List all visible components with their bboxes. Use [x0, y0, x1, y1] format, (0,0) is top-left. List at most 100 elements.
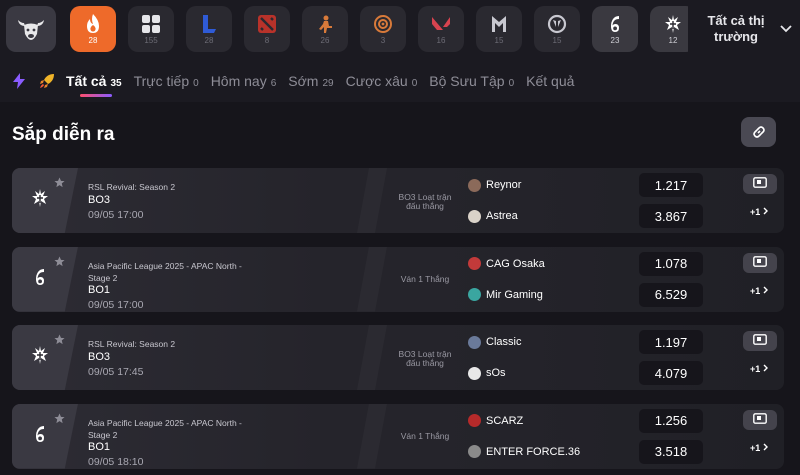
game-category-strip: 2815528826316151523129 [70, 6, 688, 52]
more-markets-button[interactable]: +1 [750, 285, 769, 296]
odds-button[interactable]: 1.078 [639, 251, 703, 276]
more-markets-button[interactable]: +1 [750, 443, 769, 453]
stats-button[interactable] [743, 331, 777, 351]
match-card[interactable]: RSL Revival: Season 2 BO3 09/05 17:00 BO3 L… [12, 168, 784, 233]
game-tab-aov[interactable]: 3 [360, 6, 406, 52]
tab-label: Sớm [288, 73, 319, 89]
card-stripe [357, 168, 387, 233]
tab-5[interactable]: Bộ Sưu Tập 0 [429, 73, 514, 89]
favorite-star-icon[interactable] [54, 175, 65, 193]
team-row: Mir Gaming [468, 287, 543, 303]
game-tab-esports[interactable]: 28 [70, 6, 116, 52]
starcraft-icon [30, 345, 50, 370]
stats-icon [753, 254, 767, 272]
market-selector[interactable]: Tất cả thị trường [690, 6, 800, 52]
team-name: SCARZ [486, 414, 524, 427]
more-markets-button[interactable]: +1 [750, 364, 769, 374]
odds-button[interactable]: 4.079 [639, 361, 703, 385]
tab-count: 0 [193, 78, 199, 89]
game-tab-mlbb[interactable]: 15 [476, 6, 522, 52]
league-of-legends-icon [198, 13, 220, 35]
tab-count: 6 [270, 78, 277, 89]
team-logo [468, 335, 481, 349]
odds-button[interactable]: 3.867 [639, 204, 703, 228]
lightning-icon[interactable] [10, 72, 28, 90]
link-button[interactable] [741, 117, 776, 147]
odds-button[interactable]: 3.518 [639, 439, 703, 464]
filter-tabs: Tất cả 35 Trực tiếp 0 Hôm nay 6 Sớm 29 Cược xâu 0… [0, 60, 800, 102]
tab-label: Cược xâu [345, 73, 408, 89]
tab-1[interactable]: Trực tiếp 0 [134, 73, 199, 89]
home-button[interactable] [6, 6, 56, 52]
overwatch-icon [546, 13, 568, 35]
stats-button[interactable] [743, 409, 777, 430]
game-count: 28 [88, 36, 98, 45]
game-count: 12 [668, 36, 678, 45]
match-game-logo [12, 246, 78, 312]
team-row: Reynor [468, 177, 521, 193]
card-stripe [357, 404, 387, 469]
tab-0[interactable]: Tất cả 35 [66, 73, 122, 97]
game-count: 155 [144, 36, 158, 45]
rocket-icon[interactable] [38, 72, 56, 90]
game-tab-valorant[interactable]: 16 [418, 6, 464, 52]
tab-3[interactable]: Sớm 29 [288, 73, 333, 89]
odds-button[interactable]: 1.197 [639, 330, 703, 354]
team-row: Astrea [468, 208, 518, 224]
stats-button[interactable] [743, 174, 777, 194]
odds-button[interactable]: 1.256 [639, 408, 703, 433]
grid-icon [140, 13, 162, 35]
match-time: 09/05 17:00 [88, 298, 144, 311]
tab-label: Bộ Sưu Tập [429, 73, 505, 89]
tab-label: Hôm nay [210, 73, 267, 89]
tab-6[interactable]: Kết quả [526, 73, 574, 89]
team-name: CAG Osaka [486, 257, 545, 270]
team-row: sOs [468, 365, 506, 381]
more-markets-count: +1 [750, 285, 761, 296]
stats-button[interactable] [743, 252, 777, 273]
tab-4[interactable]: Cược xâu 0 [346, 73, 418, 89]
match-card[interactable]: Asia Pacific League 2025 - APAC North - … [12, 403, 784, 469]
flame-icon [82, 13, 104, 35]
game-tab-lol[interactable]: 28 [186, 6, 232, 52]
stats-icon [753, 411, 767, 429]
more-markets-button[interactable]: +1 [750, 207, 769, 217]
tab-label: Trực tiếp [133, 73, 190, 89]
game-tab-cs2[interactable]: 26 [302, 6, 348, 52]
game-count: 26 [320, 36, 330, 45]
tab-count: 35 [110, 78, 122, 89]
game-count: 3 [380, 36, 386, 45]
league-name: RSL Revival: Season 2 [88, 182, 176, 192]
match-game-logo [12, 325, 78, 390]
market-selector-label: Tất cả thị trường [707, 13, 765, 44]
game-tab-r6[interactable]: 23 [592, 6, 638, 52]
odds-button[interactable]: 1.217 [639, 173, 703, 197]
valorant-icon [430, 13, 452, 35]
market-type: Ván 1 Thắng [400, 273, 450, 284]
team-row: CAG Osaka [468, 256, 545, 272]
game-count: 8 [264, 36, 270, 45]
team-name: Astrea [486, 210, 518, 222]
more-markets-count: +1 [750, 207, 761, 217]
rainbow-six-icon [32, 266, 48, 293]
match-card[interactable]: Asia Pacific League 2025 - APAC North - … [12, 246, 784, 312]
game-tab-starcraft[interactable]: 12 [650, 6, 688, 52]
dota2-icon [256, 13, 278, 35]
favorite-star-icon[interactable] [54, 332, 65, 350]
game-tab-dota2[interactable]: 8 [244, 6, 290, 52]
favorite-star-icon[interactable] [54, 254, 65, 272]
league-name: Asia Pacific League 2025 - APAC North - … [88, 260, 242, 283]
match-card[interactable]: RSL Revival: Season 2 BO3 09/05 17:45 BO3 L… [12, 325, 784, 390]
favorite-star-icon[interactable] [54, 411, 65, 429]
starcraft-icon [662, 13, 684, 35]
match-game-logo [12, 403, 78, 469]
tab-2[interactable]: Hôm nay 6 [211, 73, 277, 89]
market-type: BO3 Loạt trận đấu thắng [398, 192, 452, 211]
card-stripe [357, 247, 387, 312]
odds-button[interactable]: 6.529 [639, 282, 703, 307]
stats-icon [753, 175, 767, 193]
team-row: ENTER FORCE.36 [468, 444, 580, 460]
game-tab-overwatch[interactable]: 15 [534, 6, 580, 52]
game-tab-all[interactable]: 155 [128, 6, 174, 52]
game-count: 23 [610, 36, 620, 45]
